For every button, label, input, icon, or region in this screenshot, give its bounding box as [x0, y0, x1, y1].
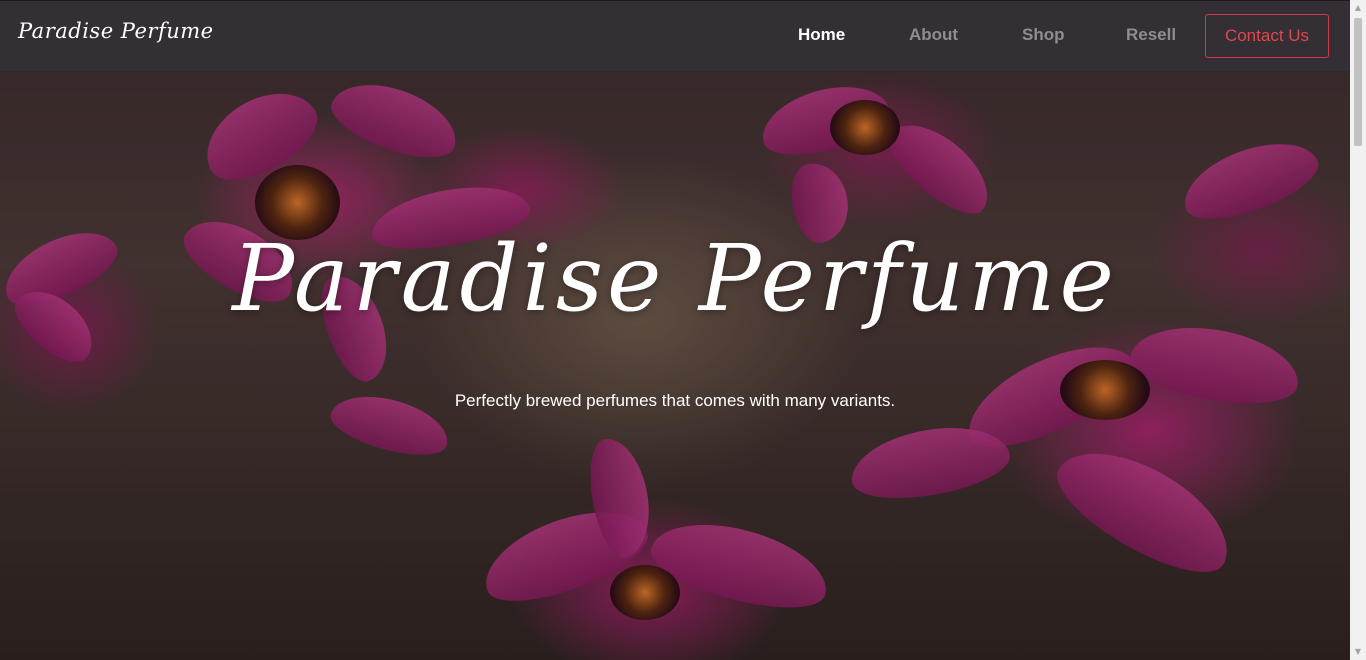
hero-title: Paradise Perfume: [232, 225, 1118, 332]
scroll-down-icon[interactable]: ▼: [1350, 644, 1366, 660]
nav-link-home[interactable]: Home: [798, 25, 845, 45]
scroll-up-icon[interactable]: ▲: [1350, 0, 1366, 16]
navbar: Paradise Perfume Home About Shop Resell …: [0, 0, 1350, 71]
page: Paradise Perfume Home About Shop Resell …: [0, 0, 1350, 660]
page-scrollbar[interactable]: ▲ ▼: [1350, 0, 1366, 660]
hero-subtitle: Perfectly brewed perfumes that comes wit…: [454, 391, 896, 410]
brand-logo[interactable]: Paradise Perfume: [18, 19, 214, 43]
nav-link-resell[interactable]: Resell: [1126, 25, 1176, 45]
nav-link-about[interactable]: About: [909, 25, 958, 45]
contact-us-button[interactable]: Contact Us: [1205, 14, 1329, 58]
scrollbar-thumb[interactable]: [1354, 18, 1362, 146]
nav-link-shop[interactable]: Shop: [1022, 25, 1065, 45]
